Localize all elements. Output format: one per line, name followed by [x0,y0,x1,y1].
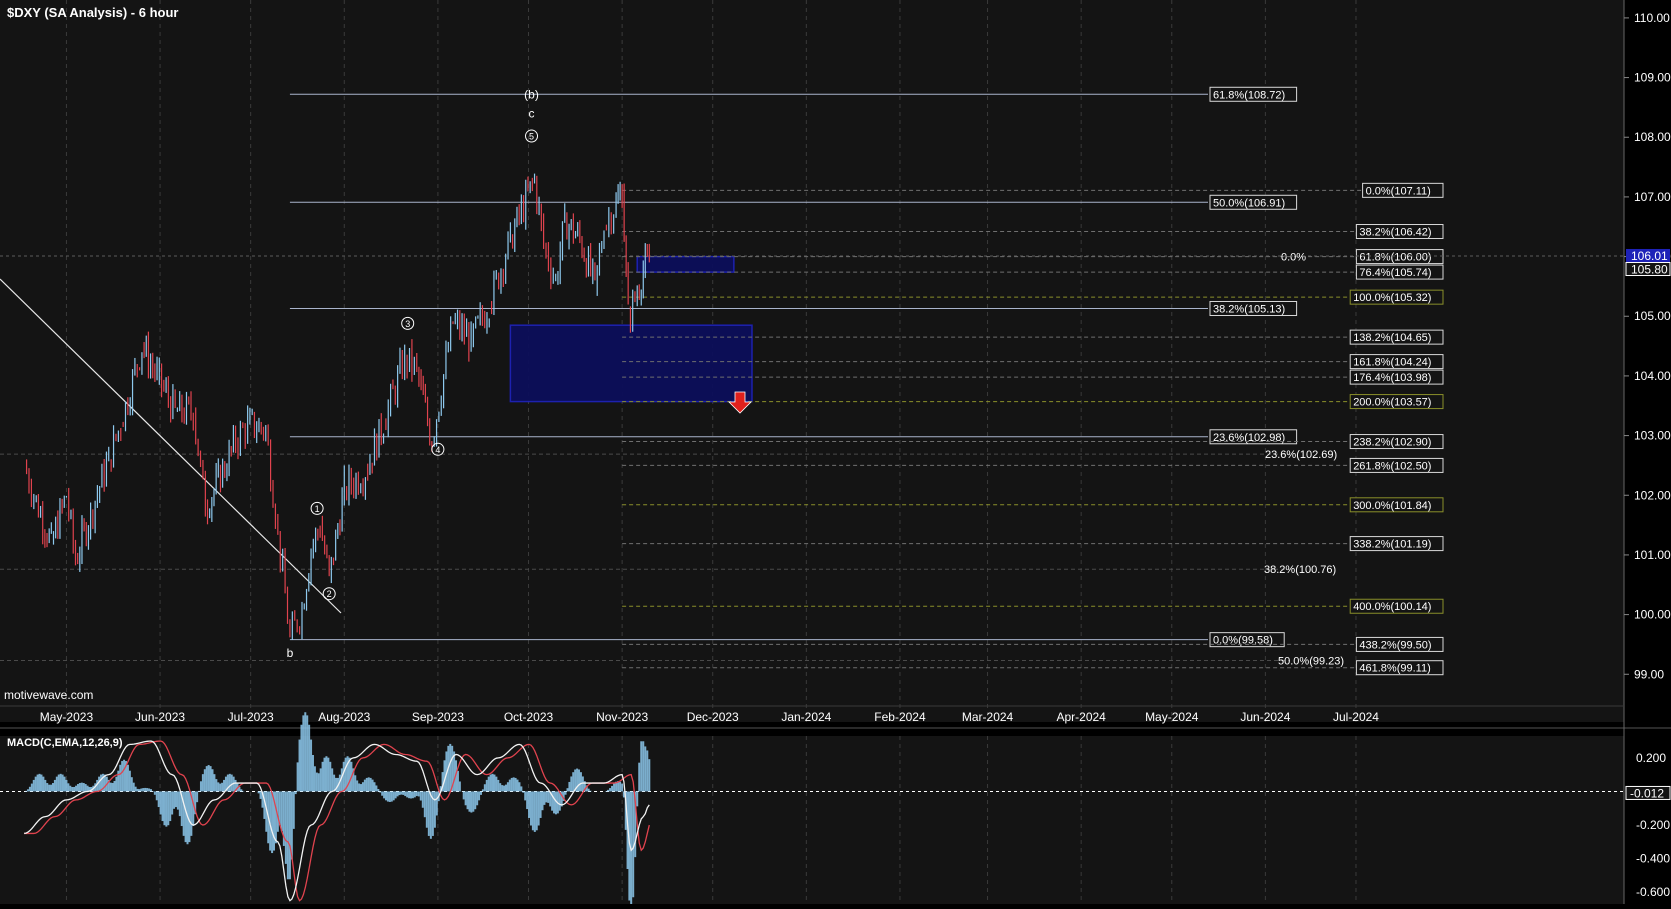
y-tick-label: 107.00 [1634,190,1671,204]
y-tick-label: 110.00 [1634,11,1670,25]
other-level-label: 50.0%(99.23) [1278,656,1344,668]
macd-y-tick-label: -0.600 [1636,885,1670,899]
x-axis-label: Dec-2023 [687,710,739,724]
chart-title: $DXY (SA Analysis) - 6 hour [7,5,178,20]
wave-label: 4 [435,445,440,455]
ext-level-label: 200.0%(103.57) [1353,397,1431,409]
target-zone-box [636,255,735,273]
ext-level-label: 61.8%(106.00) [1359,252,1431,264]
y-tick-label: 105.00 [1634,309,1671,323]
y-tick-label: 102.00 [1634,488,1671,502]
x-axis-label: Mar-2024 [962,710,1014,724]
macd-y-tick-label: -0.400 [1636,852,1670,866]
fib-level-label: 61.8%(108.72) [1213,89,1285,101]
macd-y-tick-label: 0.200 [1636,751,1666,765]
ext-level-label: 76.4%(105.74) [1359,267,1431,279]
macd-value-label: -0.012 [1630,786,1664,800]
fib-level-label: 0.0%(99.58) [1213,635,1273,647]
y-tick-label: 109.00 [1634,71,1671,85]
wave-label: b [287,646,294,660]
wave-label: (b) [524,87,539,101]
fib-level-label: 38.2%(105.13) [1213,303,1285,315]
chart-window: 61.8%(108.72) 50.0%(106.91) 38.2%(105.13) 2… [0,0,1671,909]
ext-level-label: 338.2%(101.19) [1353,539,1431,551]
x-axis-label: Jul-2023 [228,710,274,724]
x-axis-label: May-2023 [40,710,94,724]
ext-level-label: 161.8%(104.24) [1353,357,1431,369]
ext-level-label: 176.4%(103.98) [1353,372,1431,384]
y-tick-label: 108.00 [1634,130,1671,144]
ext-level-label: 138.2%(104.65) [1353,332,1431,344]
x-axis-label: Nov-2023 [596,710,648,724]
macd-y-tick-label: -0.200 [1636,818,1670,832]
x-axis-label: Jan-2024 [781,710,831,724]
wave-label: 2 [327,589,332,599]
ext-level-label: 238.2%(102.90) [1353,437,1431,449]
other-level-label: 0.0% [1281,252,1306,264]
fib-level-label: 50.0%(106.91) [1213,197,1285,209]
macd-pane [0,736,1624,904]
ext-level-label: 400.0%(100.14) [1353,601,1431,613]
y-tick-label: 103.00 [1634,429,1671,443]
wave-label: c [529,106,535,120]
ext-level-label: 100.0%(105.32) [1353,292,1431,304]
watermark-text: motivewave.com [4,688,93,702]
x-axis-label: Jul-2024 [1333,710,1379,724]
x-axis-label: Apr-2024 [1056,710,1106,724]
y-tick-label: 104.00 [1634,369,1671,383]
price-flag-blue-label: 106.01 [1631,249,1668,263]
y-tick-label: 99.00 [1634,667,1664,681]
y-tick-label: 100.00 [1634,608,1671,622]
y-tick-label: 101.00 [1634,548,1671,562]
x-axis-label: Feb-2024 [874,710,926,724]
other-level-label: 23.6%(102.69) [1265,449,1337,461]
macd-title: MACD(C,EMA,12,26,9) [7,737,123,749]
x-axis-label: Aug-2023 [318,710,370,724]
x-axis-label: Jun-2024 [1240,710,1290,724]
wave-label: 1 [315,504,320,514]
ext-level-label: 0.0%(107.11) [1366,185,1431,197]
x-axis-label: Sep-2023 [412,710,464,724]
ext-level-label: 38.2%(106.42) [1359,227,1431,239]
ext-level-label: 438.2%(99.50) [1359,639,1431,651]
wave-label: 3 [405,319,410,329]
other-level-label: 38.2%(100.76) [1264,564,1336,576]
x-axis-label: Jun-2023 [135,710,185,724]
ext-level-label: 461.8%(99.11) [1359,663,1430,675]
price-flag-label: 105.80 [1631,263,1668,277]
wave-label: 5 [529,132,534,142]
x-axis-label: Oct-2023 [504,710,554,724]
ext-level-label: 300.0%(101.84) [1353,500,1431,512]
chart-svg: 61.8%(108.72) 50.0%(106.91) 38.2%(105.13) 2… [0,0,1671,909]
ext-level-label: 261.8%(102.50) [1353,460,1431,472]
x-axis-label: May-2024 [1145,710,1199,724]
